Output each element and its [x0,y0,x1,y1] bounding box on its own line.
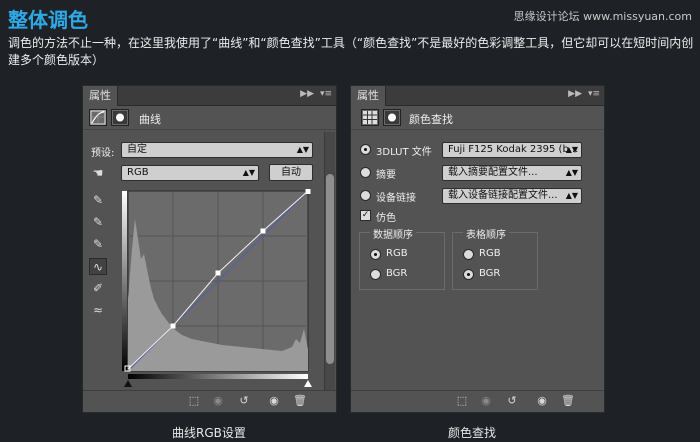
layer-mask-icon[interactable] [111,109,129,126]
lut-file-label: 3DLUT 文件 [376,147,432,158]
curves-adjustment-icon [89,109,107,126]
abstract-dropdown[interactable]: 载入摘要配置文件... ▲▼ [442,165,582,181]
intro-text: 调色的方法不止一种，在这里我使用了“曲线”和“颜色查找”工具（“颜色查找”不是最… [8,36,694,67]
panel-title: 颜色查找 [409,113,453,126]
device-link-label: 设备链接 [376,193,416,204]
panel-footer: ⬚ ◉ ↺ ◉ 🗑 [83,390,336,412]
table-order-title: 表格顺序 [463,226,509,241]
dither-checkbox[interactable]: ✓ [360,210,371,221]
clip-to-layer-icon[interactable]: ⬚ [185,394,203,407]
table-order-rgb-label: RGB [479,248,501,259]
preset-value: 自定 [127,144,147,155]
curves-properties-panel: 属性 ▶▶ ▾≡ 曲线 预设: 自定 ▲▼ ☚ RGB ▲▼ 自动 ✎ ✎ ✎ … [82,85,337,413]
curve-point[interactable] [305,189,311,194]
dropdown-arrow-icon: ▲▼ [565,145,578,154]
preset-label: 预设: [91,148,115,159]
data-order-bgr-label: BGR [386,268,408,279]
preset-dropdown[interactable]: 自定 ▲▼ [121,142,313,158]
device-link-radio[interactable] [360,190,371,201]
lut-file-value: Fuji F125 Kodak 2395 (b... [448,144,579,155]
table-order-group: 表格顺序 RGB BGR [452,226,538,290]
page-title: 整体调色 [8,8,88,32]
dropdown-arrow-icon: ▲▼ [296,145,309,154]
lut-file-dropdown[interactable]: Fuji F125 Kodak 2395 (b... ▲▼ [442,142,582,158]
panel-scrollbar[interactable] [324,132,335,390]
collapse-icon[interactable]: ▶▶ [300,89,314,99]
clip-to-layer-icon[interactable]: ⬚ [453,394,471,407]
panel-header: 曲线 [83,106,336,130]
visibility-eye-icon[interactable]: ◉ [265,394,283,407]
curve-graph[interactable] [122,189,312,389]
tab-properties[interactable]: 属性 [351,86,386,106]
trash-icon[interactable]: 🗑 [291,394,309,407]
panel-header: 颜色查找 [351,106,604,130]
data-order-title: 数据顺序 [370,226,416,241]
panel-title: 曲线 [139,113,161,126]
layer-mask-icon[interactable] [383,109,401,126]
reset-icon[interactable]: ↺ [235,394,253,407]
panel-footer: ⬚ ◉ ↺ ◉ 🗑 [351,390,604,412]
view-previous-state-icon[interactable]: ◉ [477,394,495,407]
pencil-draw-icon[interactable]: ✐ [89,280,107,297]
curve-point[interactable] [215,270,221,276]
device-link-dropdown[interactable]: 载入设备链接配置文件... ▲▼ [442,188,582,204]
visibility-eye-icon[interactable]: ◉ [533,394,551,407]
device-link-value: 载入设备链接配置文件... [448,190,558,201]
data-order-group: 数据顺序 RGB BGR [359,226,445,290]
smooth-curve-icon[interactable]: ≈ [89,302,107,319]
targeted-adjustment-hand-icon[interactable]: ☚ [89,165,107,182]
color-lookup-grid-icon [361,109,379,126]
table-order-bgr-label: BGR [479,268,501,279]
black-point-slider[interactable] [124,380,132,387]
abstract-label: 摘要 [376,170,396,181]
color-lookup-properties-panel: 属性 ▶▶ ▾≡ 颜色查找 3DLUT 文件 Fuji F125 Kodak 2… [350,85,605,413]
scrollbar-thumb[interactable] [326,174,334,364]
curves-caption: 曲线RGB设置 [172,426,246,440]
curve-point[interactable] [260,228,266,234]
abstract-radio[interactable] [360,167,371,178]
panel-tab-bar: 属性 ▶▶ ▾≡ [351,86,604,106]
data-order-bgr-radio[interactable] [370,269,381,280]
channel-dropdown[interactable]: RGB ▲▼ [121,165,259,181]
dropdown-arrow-icon: ▲▼ [565,191,578,200]
curve-edit-points-icon[interactable]: ∿ [89,258,107,275]
panel-menu-icon[interactable]: ▾≡ [320,89,332,99]
white-point-eyedropper-icon[interactable]: ✎ [89,236,107,253]
watermark: 思缘设计论坛 www.missyuan.com [513,10,692,23]
dither-label: 仿色 [376,213,396,224]
curve-point[interactable] [170,323,176,329]
table-order-bgr-radio[interactable] [463,269,474,280]
panel-tab-bar: 属性 ▶▶ ▾≡ [83,86,336,106]
black-point-eyedropper-icon[interactable]: ✎ [89,192,107,209]
lookup-caption: 颜色查找 [448,426,497,440]
table-order-rgb-radio[interactable] [463,249,474,260]
abstract-value: 载入摘要配置文件... [448,167,538,178]
white-point-slider[interactable] [304,380,312,387]
trash-icon[interactable]: 🗑 [559,394,577,407]
view-previous-state-icon[interactable]: ◉ [209,394,227,407]
tab-properties[interactable]: 属性 [83,86,118,106]
data-order-rgb-radio[interactable] [370,249,381,260]
dropdown-arrow-icon: ▲▼ [242,168,255,177]
channel-value: RGB [127,167,149,178]
gray-point-eyedropper-icon[interactable]: ✎ [89,214,107,231]
dropdown-arrow-icon: ▲▼ [565,168,578,177]
data-order-rgb-label: RGB [386,248,408,259]
reset-icon[interactable]: ↺ [503,394,521,407]
collapse-icon[interactable]: ▶▶ [568,89,582,99]
panel-menu-icon[interactable]: ▾≡ [588,89,600,99]
auto-button[interactable]: 自动 [269,164,313,181]
lut-file-radio[interactable] [360,144,371,155]
